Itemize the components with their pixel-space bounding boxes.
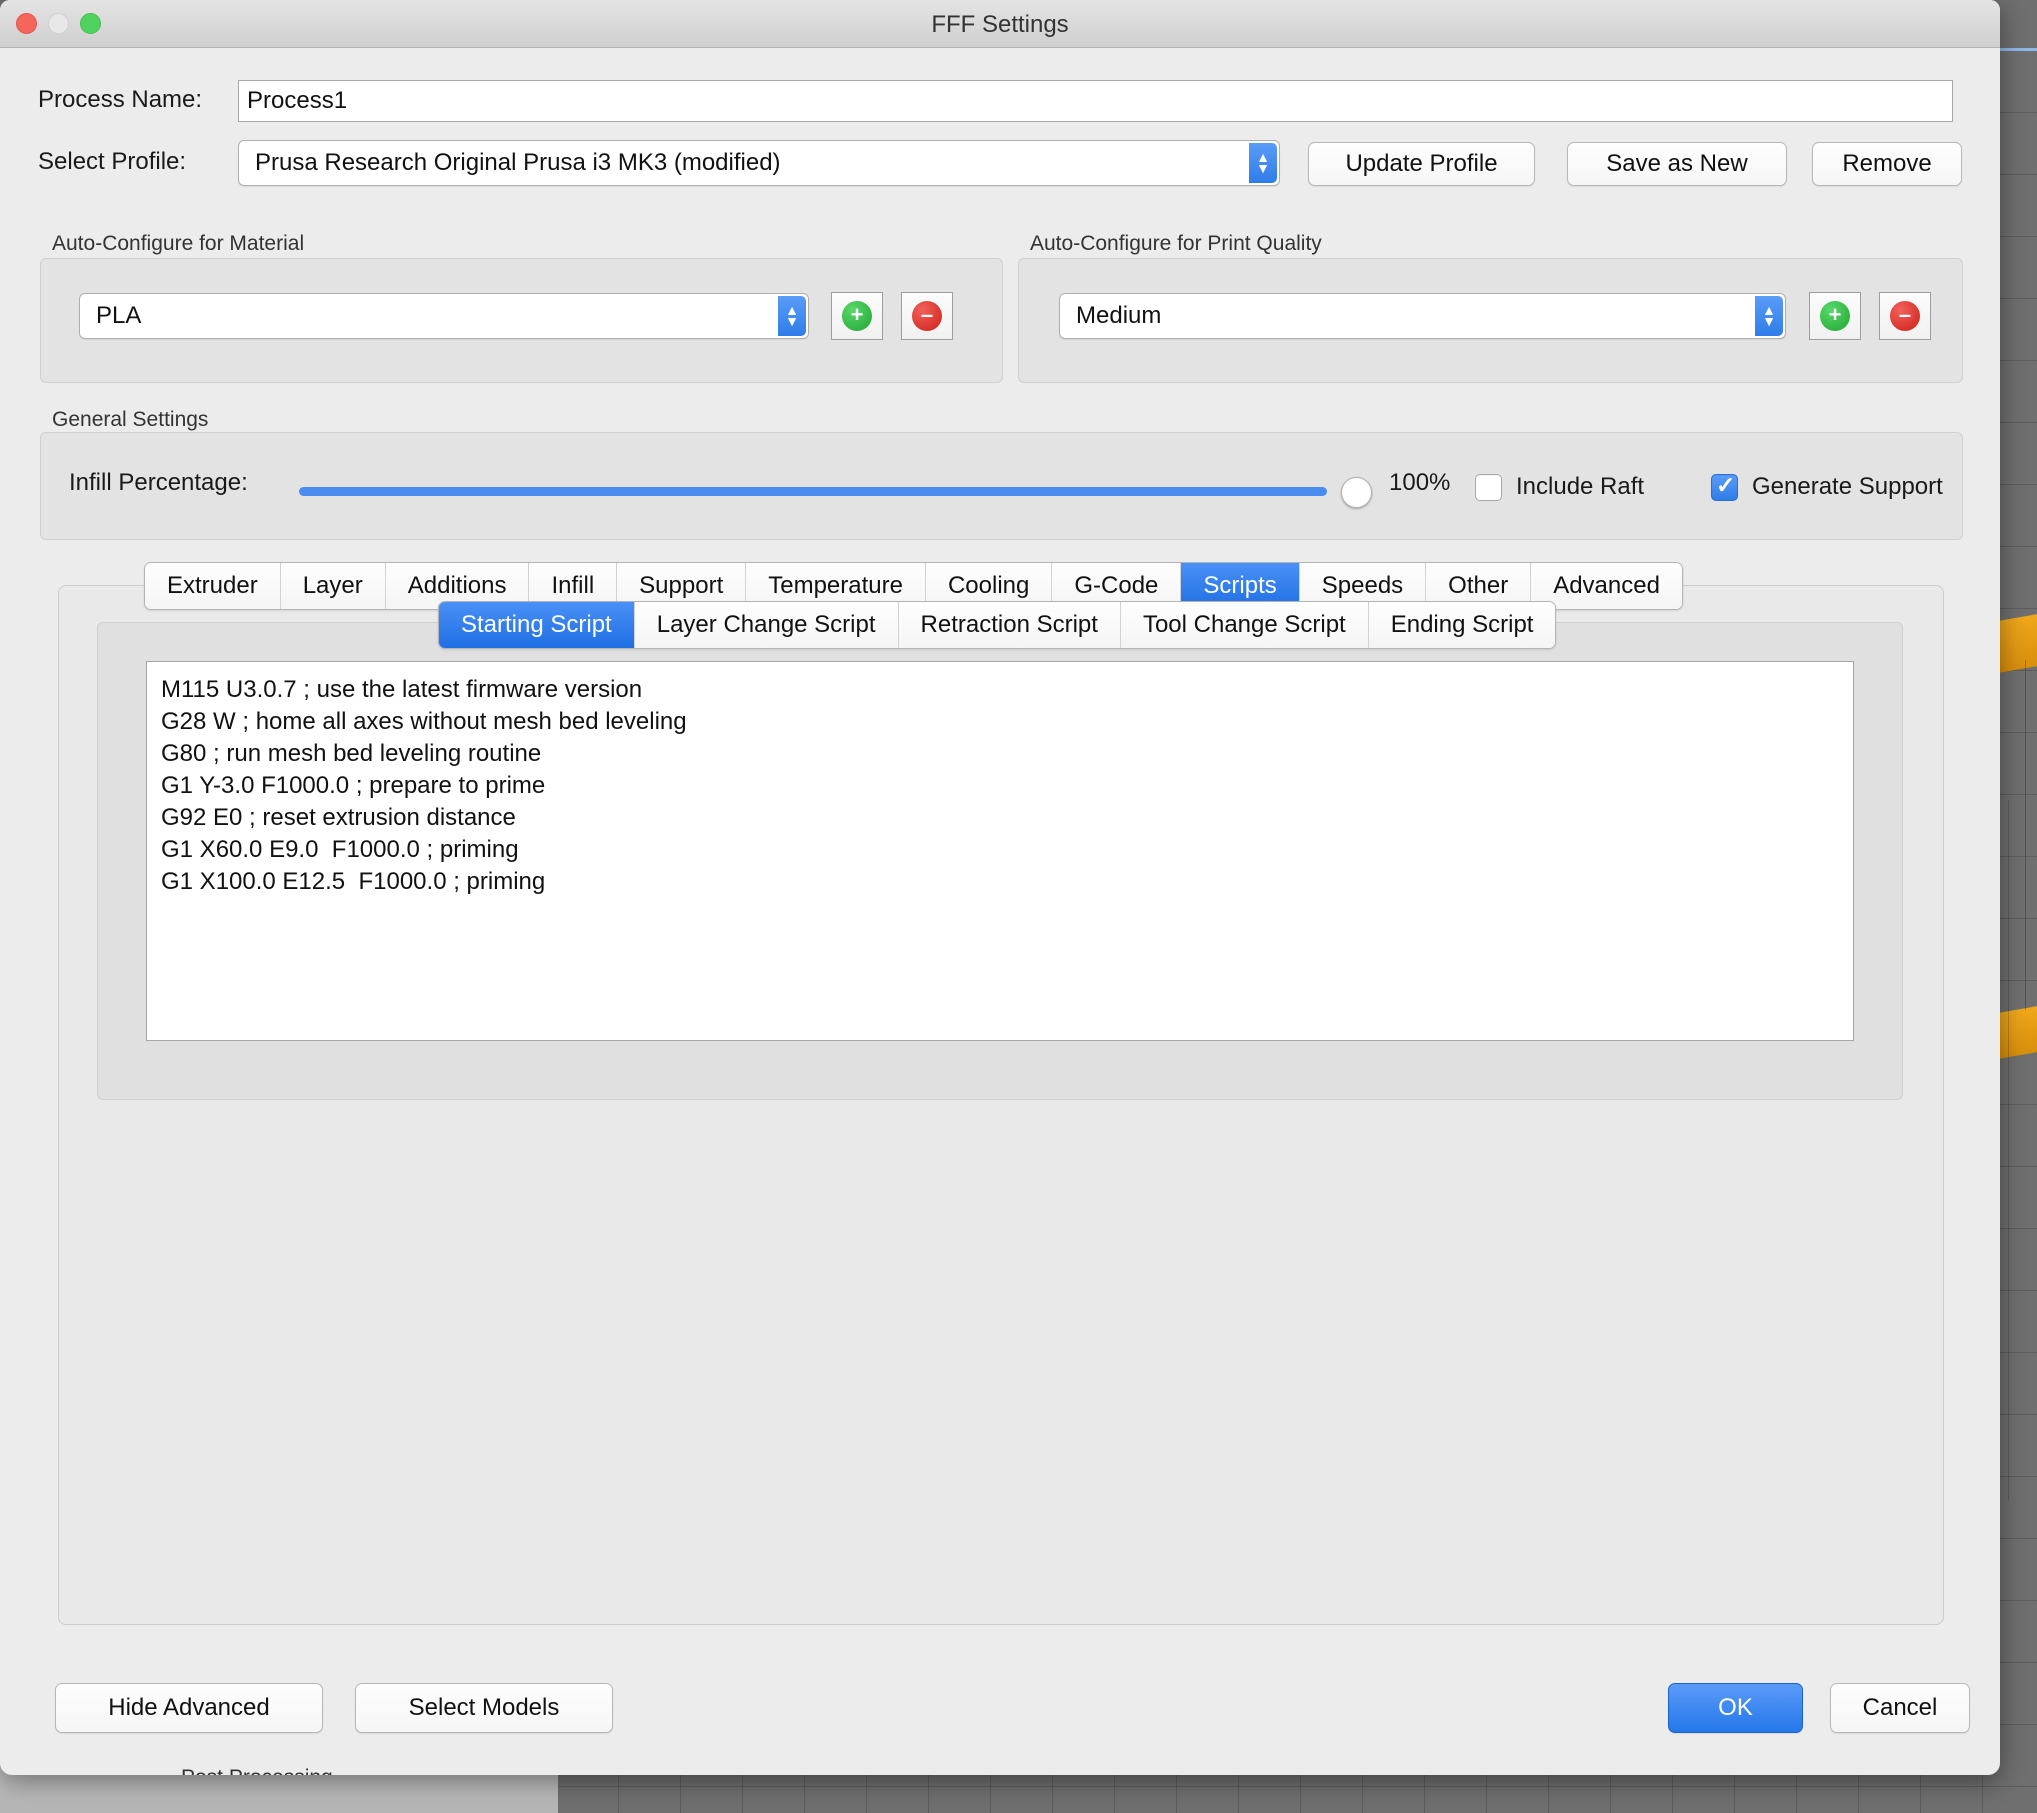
- minus-circle-icon: –: [1890, 301, 1920, 331]
- generate-support-label: Generate Support: [1752, 473, 1943, 500]
- profile-select-value: Prusa Research Original Prusa i3 MK3 (mo…: [255, 149, 781, 176]
- infill-slider-track[interactable]: [299, 487, 1327, 496]
- cancel-button[interactable]: Cancel: [1830, 1683, 1970, 1733]
- remove-quality-button[interactable]: –: [1879, 292, 1931, 340]
- infill-percentage-label: Infill Percentage:: [69, 469, 248, 496]
- remove-material-button[interactable]: –: [901, 292, 953, 340]
- include-raft-checkbox-row[interactable]: Include Raft: [1475, 473, 1644, 501]
- tab-starting-script[interactable]: Starting Script: [439, 602, 635, 648]
- add-material-button[interactable]: +: [831, 292, 883, 340]
- chevron-updown-icon[interactable]: ▲ ▼: [1249, 143, 1277, 183]
- select-profile-label: Select Profile:: [38, 148, 187, 175]
- material-group-label: Auto-Configure for Material: [52, 232, 305, 255]
- plus-circle-icon: +: [842, 301, 872, 331]
- add-quality-button[interactable]: +: [1809, 292, 1861, 340]
- model-edge-line-1: [2025, 660, 2026, 1010]
- select-models-button[interactable]: Select Models: [355, 1683, 613, 1733]
- process-name-label: Process Name:: [38, 86, 203, 113]
- material-group-box: PLA ▲ ▼ + –: [40, 258, 1003, 383]
- script-tab-bar: Starting Script Layer Change Script Retr…: [438, 601, 1557, 649]
- ok-button[interactable]: OK: [1668, 1683, 1803, 1733]
- window-titlebar: FFF Settings: [0, 0, 2000, 48]
- infill-slider-thumb[interactable]: [1341, 477, 1372, 508]
- plus-glyph: +: [850, 302, 864, 327]
- process-name-row: Process Name:: [0, 80, 2000, 124]
- print-quality-group-box: Medium ▲ ▼ + –: [1018, 258, 1963, 383]
- plus-circle-icon: +: [1820, 301, 1850, 331]
- script-card: Starting Script Layer Change Script Retr…: [97, 601, 1903, 1100]
- material-select-value: PLA: [96, 302, 142, 329]
- print-quality-group-label: Auto-Configure for Print Quality: [1030, 232, 1322, 255]
- include-raft-checkbox[interactable]: [1475, 473, 1502, 501]
- tab-layer-change-script[interactable]: Layer Change Script: [634, 602, 899, 648]
- infill-percentage-value: 100%: [1389, 469, 1451, 496]
- tab-ending-script[interactable]: Ending Script: [1368, 602, 1556, 648]
- chevron-updown-icon[interactable]: ▲ ▼: [1755, 296, 1783, 336]
- tab-extruder[interactable]: Extruder: [145, 563, 281, 609]
- model-edge-line-2: [2008, 800, 2009, 1500]
- tab-retraction-script[interactable]: Retraction Script: [898, 602, 1121, 648]
- fff-settings-dialog: FFF Settings Process Name: Select Profil…: [0, 0, 2000, 1775]
- include-raft-label: Include Raft: [1516, 473, 1645, 500]
- profile-select[interactable]: Prusa Research Original Prusa i3 MK3 (mo…: [238, 140, 1280, 186]
- plus-glyph: +: [1828, 302, 1842, 327]
- chevron-updown-icon[interactable]: ▲ ▼: [778, 296, 806, 336]
- minus-glyph: –: [920, 302, 934, 327]
- starting-script-editor[interactable]: M115 U3.0.7 ; use the latest firmware ve…: [146, 661, 1854, 1041]
- post-processing-label: Post Processing: [181, 1766, 333, 1775]
- print-quality-select-value: Medium: [1076, 302, 1162, 329]
- settings-tab-panel: Extruder Layer Additions Infill Support …: [58, 562, 1944, 1775]
- window-title: FFF Settings: [931, 11, 1069, 38]
- update-profile-button[interactable]: Update Profile: [1308, 142, 1535, 186]
- general-settings-label: General Settings: [52, 408, 209, 431]
- minus-glyph: –: [1898, 302, 1912, 327]
- hide-advanced-button[interactable]: Hide Advanced: [55, 1683, 323, 1733]
- remove-profile-button[interactable]: Remove: [1812, 142, 1962, 186]
- save-as-new-button[interactable]: Save as New: [1567, 142, 1787, 186]
- tab-tool-change-script[interactable]: Tool Change Script: [1120, 602, 1369, 648]
- general-settings-box: Infill Percentage: 100% Include Raft Gen…: [40, 432, 1963, 540]
- generate-support-checkbox-row[interactable]: Generate Support: [1711, 472, 1943, 501]
- minus-circle-icon: –: [912, 301, 942, 331]
- generate-support-checkbox[interactable]: [1711, 472, 1738, 501]
- print-quality-select[interactable]: Medium ▲ ▼: [1059, 293, 1786, 339]
- tab-layer[interactable]: Layer: [280, 563, 386, 609]
- material-select[interactable]: PLA ▲ ▼: [79, 293, 809, 339]
- process-name-input[interactable]: [238, 80, 1953, 122]
